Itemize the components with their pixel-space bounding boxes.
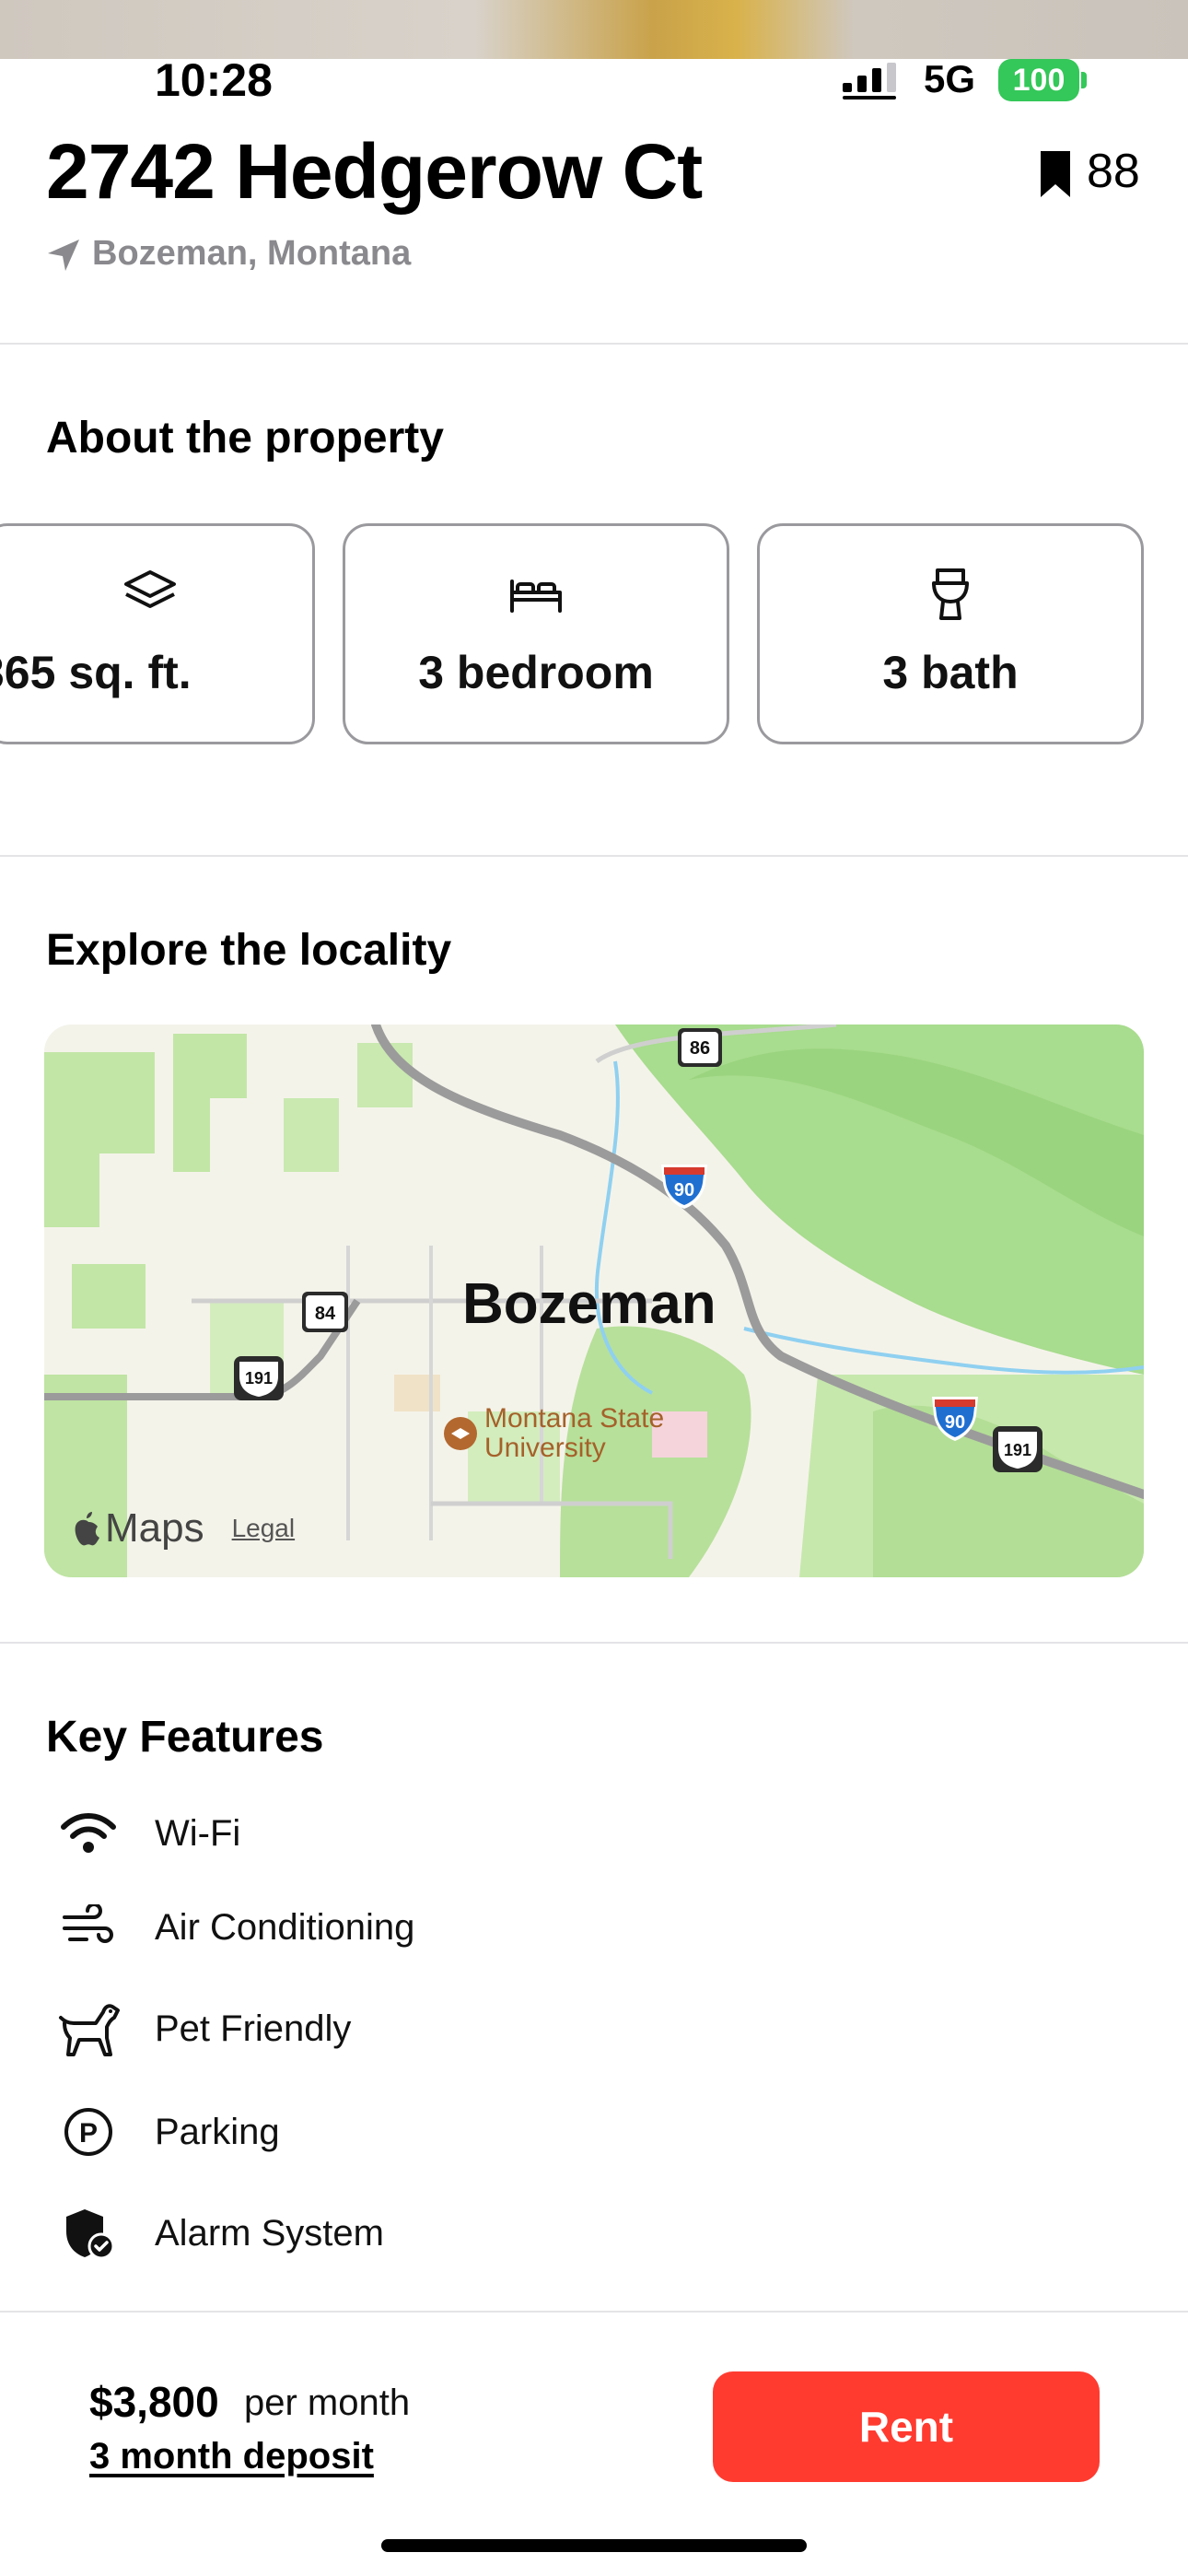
svg-text:90: 90 bbox=[674, 1180, 694, 1200]
svg-text:191: 191 bbox=[1004, 1441, 1031, 1459]
signal-icon bbox=[843, 63, 896, 100]
battery-level: 100 bbox=[1012, 62, 1066, 98]
parking-icon: P bbox=[55, 2099, 122, 2165]
route-191-shield-east: 191 bbox=[993, 1426, 1042, 1472]
layers-icon bbox=[124, 570, 176, 608]
area-label: 365 sq. ft. bbox=[0, 646, 312, 699]
price-amount: $3,800 bbox=[89, 2378, 219, 2426]
battery-indicator: 100 bbox=[998, 59, 1079, 101]
header-photo[interactable] bbox=[0, 0, 1188, 59]
apple-logo-icon bbox=[75, 1512, 99, 1546]
route-86-shield: 86 bbox=[678, 1028, 722, 1067]
map-city-label: Bozeman bbox=[462, 1272, 716, 1336]
maps-brand: Maps bbox=[105, 1505, 204, 1551]
shield-check-icon bbox=[55, 2200, 122, 2266]
area-label-text: 365 sq. ft. bbox=[0, 647, 192, 698]
divider bbox=[0, 1642, 1188, 1644]
location-arrow-icon bbox=[48, 240, 79, 271]
price-unit: per month bbox=[244, 2383, 411, 2423]
property-location: Bozeman, Montana bbox=[92, 234, 412, 273]
wifi-icon bbox=[55, 1800, 122, 1867]
feature-label: Pet Friendly bbox=[155, 2008, 352, 2049]
bath-label: 3 bath bbox=[882, 647, 1019, 698]
area-card[interactable]: 365 sq. ft. bbox=[0, 523, 315, 744]
maps-logo: Maps Legal bbox=[72, 1505, 295, 1551]
bedroom-card[interactable]: 3 bedroom bbox=[343, 523, 729, 744]
route-191-shield-west: 191 bbox=[234, 1356, 284, 1400]
property-title: 2742 Hedgerow Ct bbox=[46, 128, 703, 215]
rent-button[interactable]: Rent bbox=[713, 2371, 1100, 2482]
features-heading: Key Features bbox=[46, 1713, 324, 1762]
divider bbox=[0, 343, 1188, 345]
status-time: 10:28 bbox=[155, 54, 273, 106]
route-84-shield: 84 bbox=[302, 1292, 348, 1332]
divider bbox=[0, 855, 1188, 857]
bed-icon bbox=[510, 580, 562, 613]
network-label: 5G bbox=[924, 57, 976, 100]
svg-text:86: 86 bbox=[690, 1038, 710, 1059]
feature-label: Parking bbox=[155, 2111, 280, 2152]
feature-label: Wi-Fi bbox=[155, 1812, 241, 1854]
feature-air-conditioning: Air Conditioning bbox=[55, 1894, 414, 1961]
feature-wifi: Wi-Fi bbox=[55, 1800, 240, 1867]
svg-text:90: 90 bbox=[945, 1412, 965, 1433]
deposit-link[interactable]: 3 month deposit bbox=[89, 2436, 374, 2477]
wind-icon bbox=[55, 1894, 122, 1961]
about-heading: About the property bbox=[46, 414, 444, 463]
map-poi-label: Montana State University bbox=[484, 1404, 664, 1463]
locality-heading: Explore the locality bbox=[46, 926, 452, 975]
bookmark-icon[interactable] bbox=[1039, 149, 1072, 199]
svg-text:84: 84 bbox=[315, 1304, 336, 1324]
bedroom-label: 3 bedroom bbox=[418, 647, 654, 698]
divider bbox=[0, 2311, 1188, 2313]
locality-map[interactable]: 86 90 84 191 90 191 Bozeman Montana Stat… bbox=[44, 1025, 1144, 1577]
svg-text:P: P bbox=[79, 2118, 98, 2149]
feature-label: Alarm System bbox=[155, 2212, 384, 2254]
dog-icon bbox=[55, 1996, 122, 2062]
toilet-icon bbox=[932, 568, 969, 620]
feature-parking: P Parking bbox=[55, 2099, 280, 2165]
svg-text:191: 191 bbox=[245, 1369, 273, 1388]
bookmark-count: 88 bbox=[1087, 145, 1140, 198]
home-indicator[interactable] bbox=[381, 2539, 807, 2552]
battery-tip bbox=[1081, 72, 1087, 88]
feature-alarm-system: Alarm System bbox=[55, 2200, 384, 2266]
poi-line-1: Montana State bbox=[484, 1403, 665, 1434]
feature-label: Air Conditioning bbox=[155, 1906, 415, 1948]
map-legal-link[interactable]: Legal bbox=[232, 1514, 296, 1543]
university-pin-icon bbox=[444, 1417, 477, 1450]
bath-card[interactable]: 3 bath bbox=[757, 523, 1144, 744]
poi-line-2: University bbox=[484, 1433, 606, 1463]
feature-pet-friendly: Pet Friendly bbox=[55, 1996, 351, 2062]
